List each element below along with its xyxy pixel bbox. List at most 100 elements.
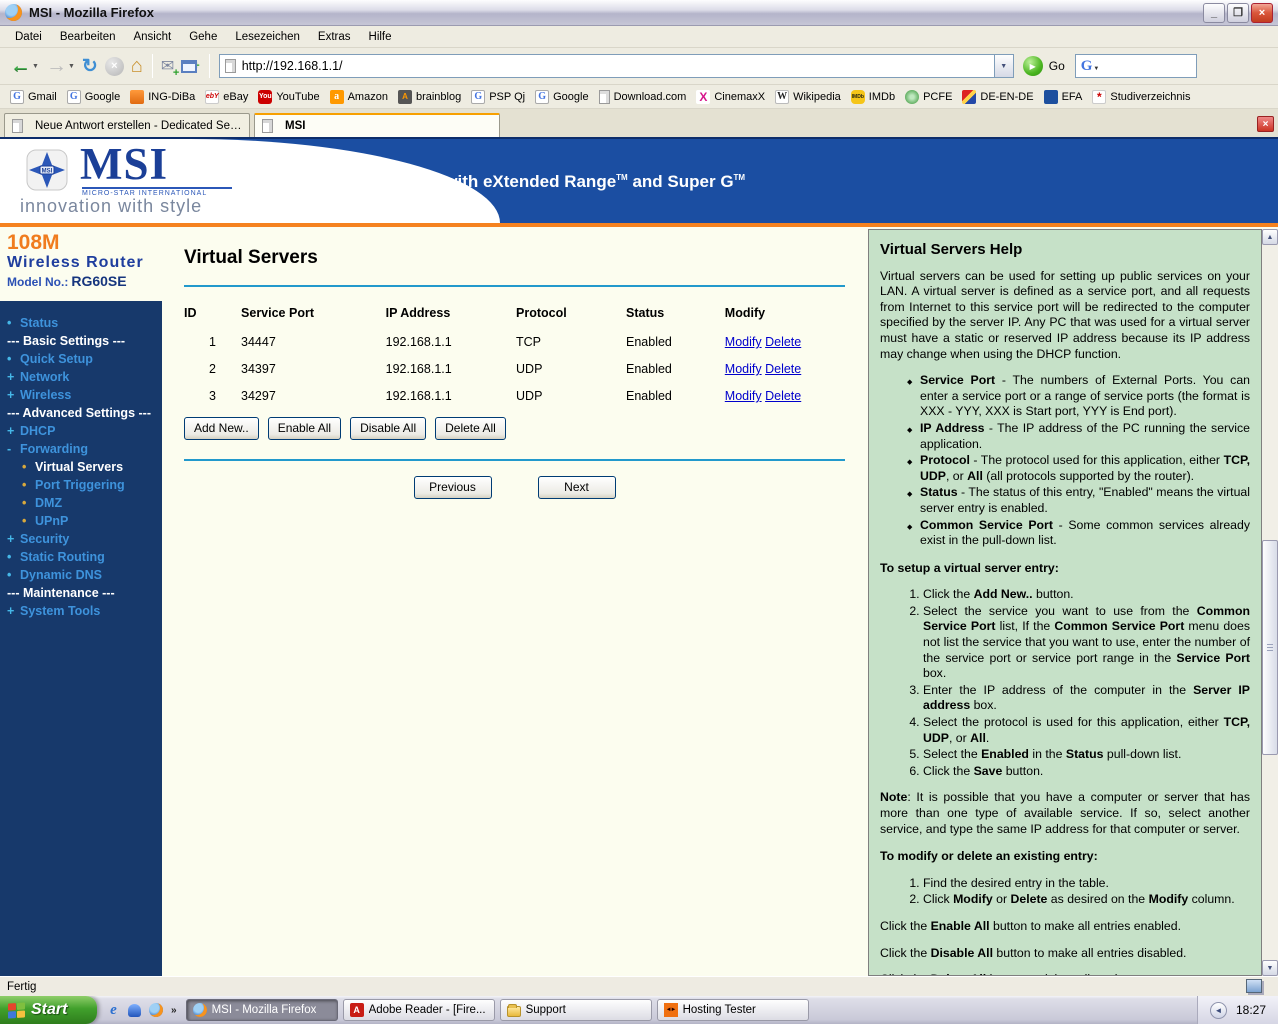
forward-button[interactable]: → ▼: [43, 51, 78, 81]
menu-hilfe[interactable]: Hilfe: [360, 28, 401, 46]
model-value: RG60SE: [71, 273, 127, 289]
cell-status: Enabled: [626, 362, 672, 376]
bookmark-brainblog[interactable]: Abrainblog: [393, 88, 466, 106]
help-modify-steps: Find the desired entry in the table. Cli…: [906, 876, 1250, 908]
bookmark-ebay[interactable]: ebY eBay: [200, 88, 253, 106]
sidebar-item-status[interactable]: • Status: [7, 314, 162, 332]
reload-button[interactable]: ↻: [79, 51, 101, 81]
menu-ansicht[interactable]: Ansicht: [124, 28, 180, 46]
menu-lesezeichen[interactable]: Lesezeichen: [226, 28, 309, 46]
sidebar-item-dmz[interactable]: • DMZ: [22, 494, 162, 512]
sidebar-item-quick-setup[interactable]: • Quick Setup: [7, 350, 162, 368]
google-search-icon: G: [1080, 57, 1093, 74]
url-text[interactable]: http://192.168.1.1/: [242, 59, 343, 73]
quick-launch-overflow-icon[interactable]: »: [171, 1005, 177, 1016]
back-button[interactable]: ← ▼: [7, 51, 42, 81]
url-bar[interactable]: http://192.168.1.1/ ▼: [218, 54, 1014, 78]
delete-link[interactable]: Delete: [765, 362, 801, 376]
internet-explorer-icon[interactable]: e: [106, 1002, 121, 1018]
sidebar-item-dhcp[interactable]: + DHCP: [7, 422, 162, 440]
help-bullet: Common Service Port - Some common servic…: [907, 518, 1250, 549]
next-button[interactable]: Next: [537, 476, 616, 499]
page-icon: [12, 118, 23, 133]
bookmark-cinemaxx[interactable]: X CinemaxX: [691, 88, 770, 106]
tab-forum[interactable]: Neue Antwort erstellen - Dedicated Serve…: [4, 113, 250, 137]
taskbar-task-firefox[interactable]: MSI - Mozilla Firefox: [185, 999, 338, 1021]
statusbar-extension-icon[interactable]: [1246, 979, 1262, 993]
sidebar-item-system-tools[interactable]: + System Tools: [7, 602, 162, 620]
scrollbar-track[interactable]: [1262, 245, 1278, 960]
bookmark-google[interactable]: G Google: [62, 88, 125, 106]
restore-button[interactable]: ❐: [1227, 2, 1249, 23]
modify-link[interactable]: Modify: [725, 335, 762, 349]
stop-button[interactable]: ×: [102, 51, 127, 81]
url-dropdown-button[interactable]: ▼: [993, 55, 1013, 77]
bookmark-download-com[interactable]: Download.com: [594, 88, 692, 106]
new-window-button[interactable]: +: [178, 51, 202, 81]
tab-msi[interactable]: MSI: [254, 113, 500, 137]
delete-link[interactable]: Delete: [765, 335, 801, 349]
menu-bearbeiten[interactable]: Bearbeiten: [51, 28, 125, 46]
sidebar-item-virtual-servers[interactable]: • Virtual Servers: [22, 458, 162, 476]
bookmark-studiverzeichnis[interactable]: * Studiverzeichnis: [1087, 88, 1195, 106]
scrollbar-thumb[interactable]: [1262, 540, 1278, 755]
disable-all-button[interactable]: Disable All: [350, 417, 427, 440]
bookmark-gmail[interactable]: G Gmail: [5, 88, 62, 106]
help-scrollbar[interactable]: ▲ ▼: [1262, 229, 1278, 976]
task-label: Support: [525, 1004, 566, 1016]
enable-all-button[interactable]: Enable All: [267, 417, 342, 440]
taskbar-task-adobe-reader[interactable]: A Adobe Reader - [Fire...: [342, 999, 495, 1021]
delete-all-button[interactable]: Delete All: [435, 417, 506, 440]
start-button[interactable]: Start: [0, 996, 97, 1024]
google-icon: G: [471, 89, 486, 104]
close-button[interactable]: ×: [1251, 2, 1273, 23]
bookmark-youtube[interactable]: You YouTube: [253, 88, 324, 106]
home-button[interactable]: ⌂: [128, 51, 146, 81]
scroll-down-button[interactable]: ▼: [1262, 960, 1278, 976]
sidebar-item-static-routing[interactable]: • Static Routing: [7, 548, 162, 566]
minimize-button[interactable]: _: [1203, 2, 1225, 23]
sidebar-item-security[interactable]: + Security: [7, 530, 162, 548]
bookmark-amazon[interactable]: a Amazon: [325, 88, 393, 106]
close-tab-button[interactable]: ×: [1257, 116, 1274, 132]
sidebar-item-port-triggering[interactable]: • Port Triggering: [22, 476, 162, 494]
modify-link[interactable]: Modify: [725, 389, 762, 403]
help-step: Select the protocol is used for this app…: [923, 715, 1250, 746]
sidebar-item-forwarding[interactable]: - Forwarding: [7, 440, 162, 458]
bookmark-google-2[interactable]: G Google: [530, 88, 593, 106]
taskbar-task-hosting-tester[interactable]: ◄► Hosting Tester: [656, 999, 809, 1021]
scroll-up-button[interactable]: ▲: [1262, 229, 1278, 245]
quick-launch: e »: [97, 1002, 186, 1018]
menu-gehe[interactable]: Gehe: [180, 28, 226, 46]
menu-extras[interactable]: Extras: [309, 28, 360, 46]
bookmark-pcfe[interactable]: PCFE: [900, 88, 957, 106]
bookmark-efa[interactable]: EFA: [1039, 88, 1088, 106]
sidebar-item-upnp[interactable]: • UPnP: [22, 512, 162, 530]
bookmark-ing-diba[interactable]: ING-DiBa: [125, 88, 200, 106]
bookmark-imdb[interactable]: IMDb IMDb: [846, 88, 900, 106]
compose-mail-button[interactable]: ✉ +: [158, 51, 179, 81]
add-new-button[interactable]: Add New..: [184, 417, 259, 440]
firefox-icon[interactable]: [148, 1003, 163, 1018]
bookmark-psp-qj[interactable]: G PSP Qj: [466, 88, 530, 106]
search-input[interactable]: G ▼: [1074, 54, 1197, 78]
bookmark-label: IMDb: [868, 90, 896, 103]
delete-link[interactable]: Delete: [765, 389, 801, 403]
sidebar-item-dynamic-dns[interactable]: • Dynamic DNS: [7, 566, 162, 584]
messenger-icon[interactable]: [127, 1003, 142, 1018]
forward-dropdown-icon[interactable]: ▼: [68, 63, 75, 70]
back-dropdown-icon[interactable]: ▼: [32, 63, 39, 70]
sidebar-item-label: Forwarding: [20, 442, 89, 456]
go-label[interactable]: Go: [1049, 59, 1065, 73]
sidebar-item-network[interactable]: + Network: [7, 368, 162, 386]
previous-button[interactable]: Previous: [413, 476, 492, 499]
bookmark-wikipedia[interactable]: W Wikipedia: [770, 88, 846, 106]
tray-collapse-icon[interactable]: ◄: [1209, 1001, 1227, 1019]
bookmark-de-en-de[interactable]: DE-EN-DE: [957, 88, 1038, 106]
modify-link[interactable]: Modify: [725, 362, 762, 376]
search-engine-dropdown-icon[interactable]: ▼: [1093, 66, 1099, 72]
menu-datei[interactable]: Datei: [6, 28, 51, 46]
sidebar-item-wireless[interactable]: + Wireless: [7, 386, 162, 404]
taskbar-task-support[interactable]: Support: [499, 999, 652, 1021]
go-button[interactable]: ▶: [1022, 56, 1043, 76]
